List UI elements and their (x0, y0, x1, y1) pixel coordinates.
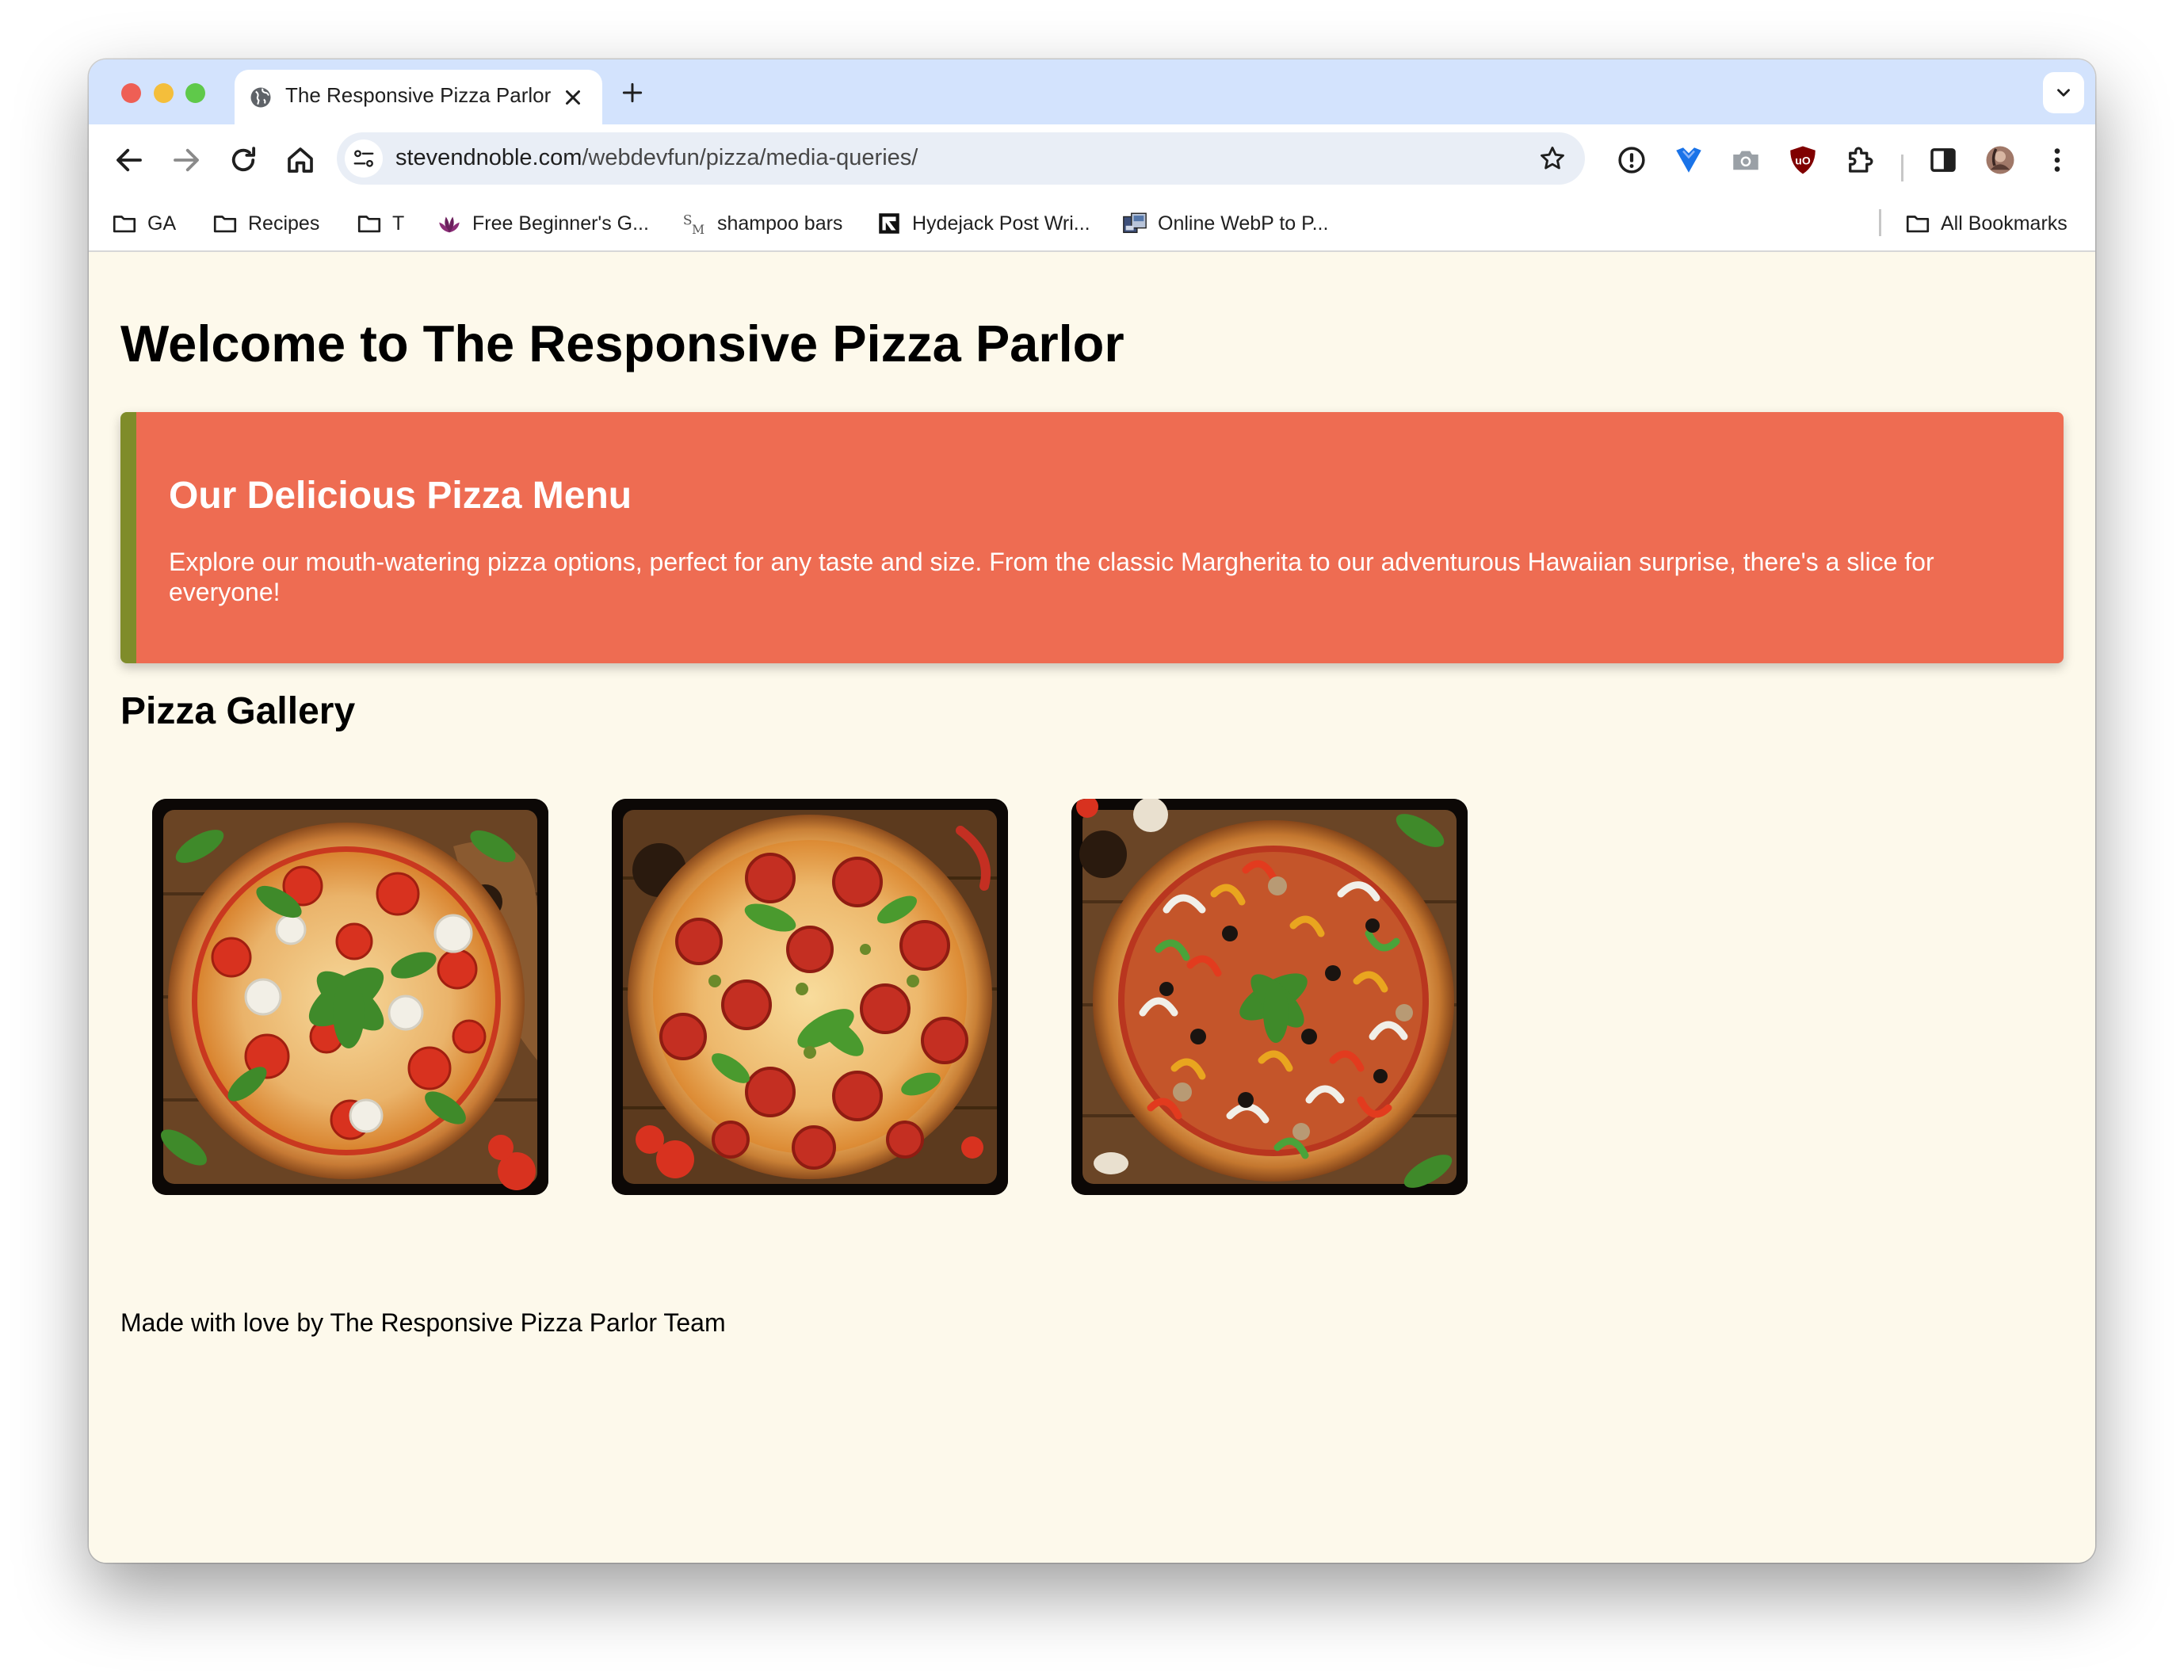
bookmark-label: T (392, 212, 405, 235)
folder-icon (357, 216, 381, 233)
bookmark-free-beginners[interactable]: Free Beginner's G... (436, 210, 649, 237)
bookmark-label: GA (147, 212, 177, 235)
bookmark-recipes[interactable]: Recipes (212, 210, 319, 237)
bookmark-webp-converter[interactable]: Online WebP to P... (1121, 210, 1328, 237)
veggie-supreme-pizza-image (1071, 799, 1468, 1195)
pizza-gallery (152, 799, 1499, 1195)
chevron-down-icon (2057, 89, 2070, 97)
bookmark-label: shampoo bars (717, 212, 843, 235)
menu-description: Explore our mouth-watering pizza options… (169, 548, 1934, 606)
tab-search-button[interactable] (2043, 72, 2084, 113)
hydejack-favicon-icon (879, 213, 899, 234)
menu-banner: Our Delicious Pizza Menu Explore our mou… (120, 412, 2064, 663)
tab-strip: The Responsive Pizza Parlor (89, 59, 2095, 124)
kebab-menu-icon[interactable] (2041, 143, 2074, 177)
veggie-supreme-pizza-illustration (1071, 799, 1468, 1195)
svg-text:S: S (683, 212, 693, 228)
bookmark-star-icon[interactable] (1538, 144, 1567, 173)
home-icon[interactable] (284, 143, 317, 177)
bookmark-label: Hydejack Post Wri... (912, 212, 1090, 235)
new-tab-icon[interactable] (620, 80, 645, 105)
puzzle-extensions-icon[interactable] (1843, 143, 1877, 177)
converter-favicon-icon (1123, 212, 1147, 234)
site-info-button[interactable] (345, 139, 383, 178)
bookmarks-divider (1879, 209, 1881, 236)
folder-icon (213, 216, 237, 233)
heart-shield-icon[interactable] (1672, 143, 1705, 177)
folder-icon (113, 216, 136, 233)
page-title: Welcome to The Responsive Pizza Parlor (120, 315, 1124, 372)
maximize-window-button[interactable] (185, 83, 205, 103)
menu-heading: Our Delicious Pizza Menu (169, 475, 632, 517)
side-panel-icon[interactable] (1926, 143, 1960, 177)
bookmark-label: Online WebP to P... (1158, 212, 1329, 235)
bookmarks-bar: GA Recipes T Free Beginner's G... S M sh… (89, 196, 2095, 252)
leaf-favicon-icon (439, 216, 460, 233)
sm-favicon-icon: S M (683, 212, 704, 237)
tune-icon (353, 150, 374, 167)
profile-avatar-icon[interactable] (1984, 143, 2017, 177)
pepperoni-pizza-image (612, 799, 1008, 1195)
bookmark-ga[interactable]: GA (111, 210, 176, 237)
close-tab-icon[interactable] (561, 86, 585, 109)
browser-tab[interactable]: The Responsive Pizza Parlor (235, 70, 602, 124)
toolbar-divider (1901, 155, 1903, 181)
forward-arrow-icon[interactable] (170, 143, 203, 177)
camera-icon[interactable] (1729, 143, 1762, 177)
bookmark-shampoo-bars[interactable]: S M shampoo bars (681, 210, 843, 237)
url-host: stevendnoble.com (395, 145, 582, 170)
all-bookmarks-label: All Bookmarks (1941, 212, 2068, 235)
browser-window: The Responsive Pizza Parlor stevendnoble… (89, 59, 2095, 1563)
footer-text: Made with love by The Responsive Pizza P… (120, 1308, 726, 1337)
bookmark-t[interactable]: T (356, 210, 404, 237)
svg-text:uO: uO (1795, 154, 1811, 166)
ublock-icon[interactable]: uO (1786, 143, 1819, 177)
tab-title: The Responsive Pizza Parlor (285, 83, 552, 107)
globe-icon (250, 87, 271, 108)
close-window-button[interactable] (121, 83, 141, 103)
margherita-pizza-image (152, 799, 548, 1195)
bookmark-label: Recipes (248, 212, 320, 235)
browser-toolbar: stevendnoble.com/webdevfun/pizza/media-q… (89, 124, 2095, 196)
url-text[interactable]: stevendnoble.com/webdevfun/pizza/media-q… (395, 145, 918, 171)
folder-icon (1906, 216, 1930, 233)
pepperoni-pizza-illustration (612, 799, 1008, 1195)
url-path: /webdevfun/pizza/media-queries/ (582, 145, 918, 170)
back-arrow-icon[interactable] (113, 143, 146, 177)
all-bookmarks-button[interactable]: All Bookmarks (1904, 210, 2068, 237)
gallery-heading: Pizza Gallery (120, 690, 356, 732)
page-content: Welcome to The Responsive Pizza Parlor O… (89, 252, 2095, 1563)
bookmark-hydejack[interactable]: Hydejack Post Wri... (876, 210, 1090, 237)
bookmark-label: Free Beginner's G... (472, 212, 649, 235)
margherita-pizza-illustration (152, 799, 548, 1195)
reload-icon[interactable] (227, 143, 260, 177)
password-manager-icon[interactable] (1615, 143, 1648, 177)
svg-text:M: M (692, 223, 704, 237)
minimize-window-button[interactable] (154, 83, 174, 103)
address-bar[interactable]: stevendnoble.com/webdevfun/pizza/media-q… (337, 132, 1585, 185)
